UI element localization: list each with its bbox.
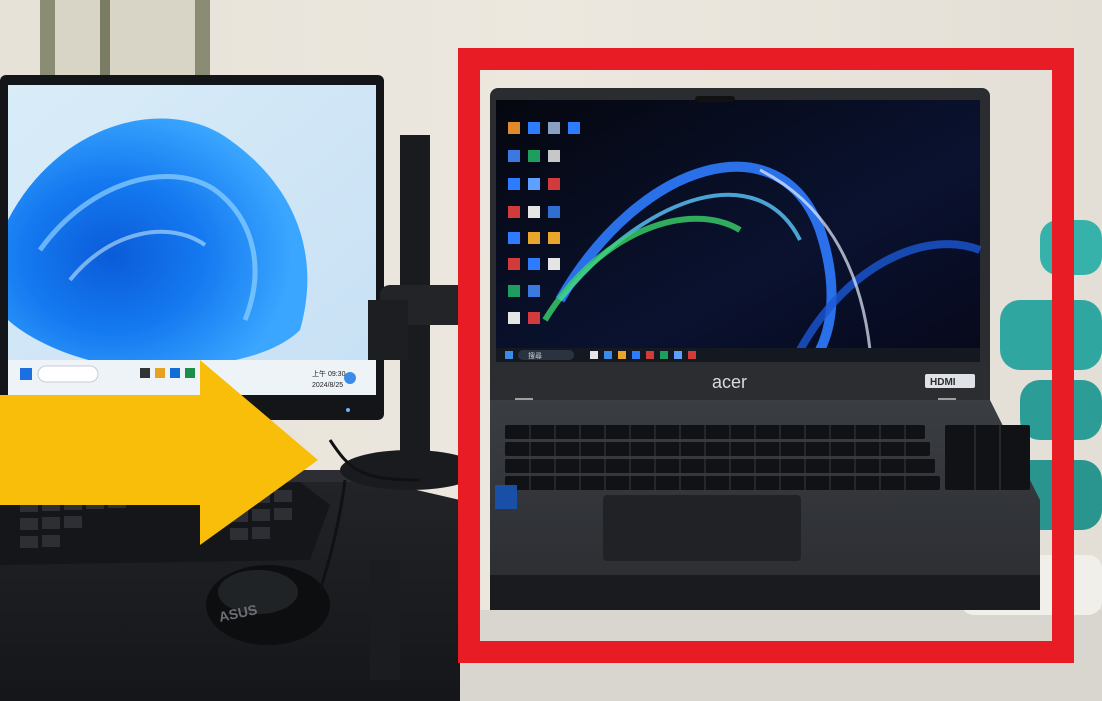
laptop-touchpad[interactable]	[603, 495, 801, 561]
laptop-brand-logo: acer	[712, 372, 747, 392]
desktop-monitor: 上午 09:30 2024/8/25	[0, 75, 384, 420]
monitor-clock-time: 上午 09:30	[312, 369, 346, 378]
acer-laptop: 搜尋 acer HDMI	[490, 88, 1040, 610]
laptop-search-text: 搜尋	[528, 351, 542, 360]
window-pane	[55, 0, 195, 80]
photo-scene: 上午 09:30 2024/8/25 ASUS 搜尋 acer HDMI	[0, 0, 1102, 701]
laptop-cpu-sticker	[495, 485, 517, 509]
monitor-clock-date: 2024/8/25	[312, 382, 343, 389]
window-mullion	[100, 0, 110, 80]
laptop-search-box[interactable]	[518, 350, 574, 360]
windows-start-icon[interactable]	[20, 368, 32, 380]
taskbar-search-box[interactable]	[37, 365, 99, 383]
laptop-hdmi-sticker: HDMI	[930, 377, 956, 388]
